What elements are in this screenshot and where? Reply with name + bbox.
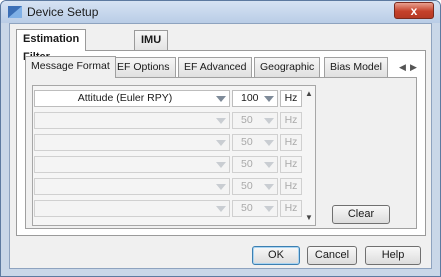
rate-value: 50	[241, 158, 253, 170]
message-row: 50 Hz	[34, 134, 314, 151]
message-grid: Attitude (Euler RPY) 100 Hz 50 Hz 50 Hz	[32, 85, 316, 226]
message-type-select[interactable]	[34, 178, 230, 195]
tab-estimation-filter[interactable]: Estimation Filter	[16, 29, 87, 63]
scroll-left-icon[interactable]: ◀	[397, 57, 408, 77]
tab-bias-model[interactable]: Bias Model	[324, 57, 388, 77]
chevron-down-icon	[264, 184, 274, 190]
scroll-up-icon[interactable]: ▲	[304, 89, 314, 98]
close-icon: x	[410, 4, 418, 18]
unit-label: Hz	[280, 178, 302, 195]
message-row: 50 Hz	[34, 112, 314, 129]
clear-button[interactable]: Clear	[332, 205, 390, 224]
message-format-panel: Attitude (Euler RPY) 100 Hz 50 Hz 50 Hz	[25, 77, 417, 229]
device-setup-window: Device Setup x Estimation Filter IMU Mes…	[0, 0, 441, 277]
message-type-select[interactable]	[34, 200, 230, 217]
message-row: 50 Hz	[34, 200, 314, 217]
chevron-down-icon	[264, 206, 274, 212]
cancel-button[interactable]: Cancel	[307, 246, 357, 265]
message-row: Attitude (Euler RPY) 100 Hz	[34, 90, 314, 107]
chevron-down-icon	[216, 96, 226, 102]
chevron-down-icon	[216, 162, 226, 168]
rate-select[interactable]: 50	[232, 112, 278, 129]
dialog-body: Estimation Filter IMU Message Format EF …	[9, 23, 432, 269]
unit-label: Hz	[280, 134, 302, 151]
chevron-down-icon	[264, 162, 274, 168]
rate-value: 50	[241, 202, 253, 214]
tab-ef-options[interactable]: EF Options	[111, 57, 176, 77]
window-title: Device Setup	[27, 5, 99, 19]
message-type-select[interactable]	[34, 156, 230, 173]
tab-ef-advanced[interactable]: EF Advanced	[178, 57, 253, 77]
chevron-down-icon	[264, 140, 274, 146]
scroll-right-icon[interactable]: ▶	[408, 57, 419, 77]
message-type-value: Attitude (Euler RPY)	[77, 92, 173, 104]
message-row: 50 Hz	[34, 156, 314, 173]
ok-button[interactable]: OK	[252, 246, 300, 265]
rate-value: 50	[241, 180, 253, 192]
tab-scroll-buttons: ◀ ▶	[397, 57, 421, 77]
unit-label: Hz	[280, 200, 302, 217]
app-icon	[8, 6, 22, 18]
title-bar[interactable]: Device Setup x	[1, 1, 440, 23]
scroll-down-icon[interactable]: ▼	[304, 213, 314, 222]
rate-select[interactable]: 100	[232, 90, 278, 107]
message-type-select[interactable]	[34, 134, 230, 151]
chevron-down-icon	[216, 184, 226, 190]
unit-label: Hz	[280, 156, 302, 173]
tab-geographic[interactable]: Geographic	[254, 57, 321, 77]
rate-value: 50	[241, 114, 253, 126]
vertical-scrollbar[interactable]: ▲ ▼	[303, 87, 314, 224]
estimation-filter-panel: Message Format EF Options EF Advanced Ge…	[16, 50, 426, 236]
message-row: 50 Hz	[34, 178, 314, 195]
chevron-down-icon	[264, 118, 274, 124]
rate-value: 100	[241, 92, 259, 104]
chevron-down-icon	[216, 118, 226, 124]
message-type-select[interactable]	[34, 112, 230, 129]
tab-imu[interactable]: IMU	[134, 30, 169, 50]
rate-select[interactable]: 50	[232, 134, 278, 151]
unit-label: Hz	[280, 112, 302, 129]
unit-label: Hz	[280, 90, 302, 107]
rate-value: 50	[241, 136, 253, 148]
help-button[interactable]: Help	[365, 246, 421, 265]
rate-select[interactable]: 50	[232, 200, 278, 217]
chevron-down-icon	[264, 96, 274, 102]
rate-select[interactable]: 50	[232, 178, 278, 195]
chevron-down-icon	[216, 140, 226, 146]
chevron-down-icon	[216, 206, 226, 212]
inner-tab-strip: Message Format EF Options EF Advanced Ge…	[25, 56, 421, 78]
rate-select[interactable]: 50	[232, 156, 278, 173]
close-button[interactable]: x	[394, 2, 434, 19]
tab-message-format[interactable]: Message Format	[25, 56, 116, 78]
message-type-select[interactable]: Attitude (Euler RPY)	[34, 90, 230, 107]
